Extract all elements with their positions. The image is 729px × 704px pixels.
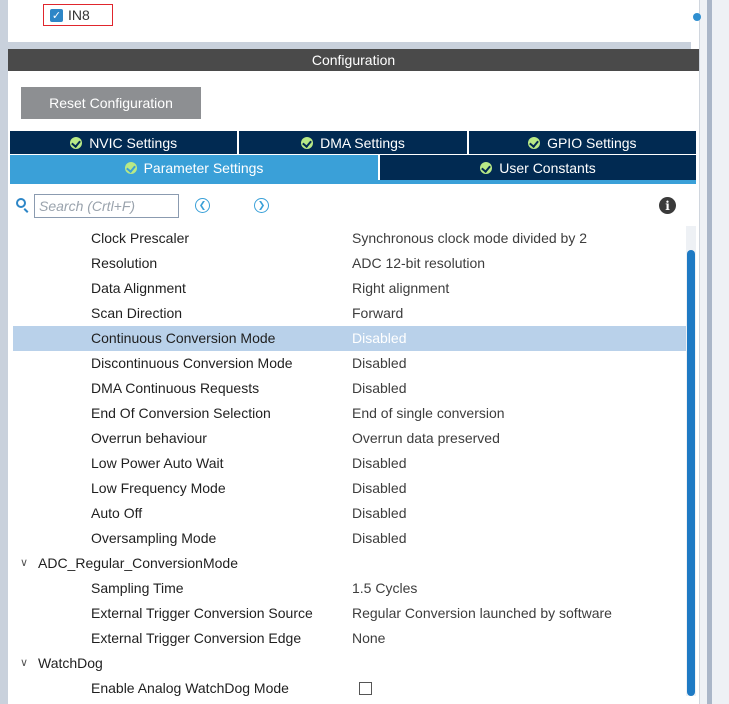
param-name: Oversampling Mode: [91, 530, 217, 546]
param-value[interactable]: Disabled: [352, 330, 406, 346]
tab-label: User Constants: [499, 159, 596, 176]
check-circle-icon: [528, 136, 541, 149]
gutter-marker-dot: [693, 13, 701, 21]
param-name: External Trigger Conversion Source: [91, 605, 313, 621]
param-name: Scan Direction: [91, 305, 183, 321]
param-name: Clock Prescaler: [91, 230, 190, 246]
check-circle-icon: [124, 161, 137, 174]
param-name: Low Power Auto Wait: [91, 455, 224, 471]
group-header-regular-conversion[interactable]: ∨ ADC_Regular_ConversionMode: [8, 551, 686, 576]
checkbox-checked-icon[interactable]: ✓: [50, 8, 63, 22]
search-input[interactable]: [34, 194, 179, 218]
param-row[interactable]: External Trigger Conversion Source Regul…: [8, 601, 686, 626]
param-value[interactable]: End of single conversion: [352, 405, 505, 421]
param-name: Low Frequency Mode: [91, 480, 226, 496]
right-gutter: [699, 0, 729, 704]
param-row[interactable]: Low Frequency Mode Disabled: [8, 476, 686, 501]
param-name: DMA Continuous Requests: [91, 380, 260, 396]
param-value[interactable]: Disabled: [352, 355, 406, 371]
param-row[interactable]: Auto Off Disabled: [8, 501, 686, 526]
param-name: External Trigger Conversion Edge: [91, 630, 302, 646]
param-name: Discontinuous Conversion Mode: [91, 355, 293, 371]
param-value[interactable]: Disabled: [352, 530, 406, 546]
param-row[interactable]: External Trigger Conversion Edge None: [8, 626, 686, 651]
reset-configuration-button[interactable]: Reset Configuration: [21, 87, 201, 119]
group-name: WatchDog: [38, 655, 103, 671]
channel-label: IN8: [68, 7, 90, 23]
param-row[interactable]: Discontinuous Conversion Mode Disabled: [8, 351, 686, 376]
check-circle-icon: [70, 136, 83, 149]
param-row[interactable]: Overrun behaviour Overrun data preserved: [8, 426, 686, 451]
tab-parameter-settings[interactable]: Parameter Settings: [10, 155, 380, 180]
param-row[interactable]: Enable Analog WatchDog Mode: [8, 676, 686, 701]
param-name: Sampling Time: [91, 580, 184, 596]
param-value[interactable]: Synchronous clock mode divided by 2: [352, 230, 587, 246]
param-value[interactable]: ADC 12-bit resolution: [352, 255, 485, 271]
channel-item-in8[interactable]: ✓ IN8: [43, 4, 113, 26]
enable-watchdog-checkbox[interactable]: [359, 682, 372, 695]
tab-label: NVIC Settings: [89, 134, 178, 151]
param-value[interactable]: 1.5 Cycles: [352, 580, 417, 596]
param-name: Overrun behaviour: [91, 430, 207, 446]
param-name: End Of Conversion Selection: [91, 405, 271, 421]
left-frame: [0, 0, 8, 704]
check-circle-icon: [480, 161, 493, 174]
chevron-right-icon[interactable]: ❯: [254, 198, 269, 213]
param-value[interactable]: Overrun data preserved: [352, 430, 500, 446]
tabs-row-secondary: Parameter Settings User Constants: [10, 155, 696, 180]
channel-list: ✓ IN8: [8, 0, 691, 42]
search-row: ❮ ❯ i: [8, 193, 691, 219]
param-value[interactable]: Disabled: [352, 480, 406, 496]
chevron-down-icon[interactable]: ∨: [20, 556, 28, 569]
param-row[interactable]: Sampling Time 1.5 Cycles: [8, 576, 686, 601]
param-row[interactable]: Resolution ADC 12-bit resolution: [8, 251, 686, 276]
tab-nvic-settings[interactable]: NVIC Settings: [10, 131, 240, 154]
param-row[interactable]: Data Alignment Right alignment: [8, 276, 686, 301]
param-row[interactable]: Scan Direction Forward: [8, 301, 686, 326]
tab-label: Parameter Settings: [143, 159, 264, 176]
chevron-down-icon[interactable]: ∨: [20, 656, 28, 669]
param-name: Data Alignment: [91, 280, 186, 296]
info-icon[interactable]: i: [659, 197, 676, 214]
param-row[interactable]: Low Power Auto Wait Disabled: [8, 451, 686, 476]
param-name: Resolution: [91, 255, 158, 271]
check-circle-icon: [301, 136, 314, 149]
tab-label: DMA Settings: [320, 134, 405, 151]
tab-user-constants[interactable]: User Constants: [380, 155, 696, 180]
param-name: Enable Analog WatchDog Mode: [91, 680, 289, 696]
param-value[interactable]: Disabled: [352, 505, 406, 521]
tab-label: GPIO Settings: [547, 134, 637, 151]
param-value[interactable]: Right alignment: [352, 280, 449, 296]
param-row[interactable]: DMA Continuous Requests Disabled: [8, 376, 686, 401]
param-value[interactable]: Regular Conversion launched by software: [352, 605, 612, 621]
param-row[interactable]: Oversampling Mode Disabled: [8, 526, 686, 551]
group-name: ADC_Regular_ConversionMode: [38, 555, 238, 571]
param-value[interactable]: Disabled: [352, 455, 406, 471]
group-header-watchdog[interactable]: ∨ WatchDog: [8, 651, 686, 676]
param-value[interactable]: Disabled: [352, 380, 406, 396]
chevron-left-icon[interactable]: ❮: [195, 198, 210, 213]
param-row-selected[interactable]: Continuous Conversion Mode Disabled: [13, 326, 686, 351]
tab-dma-settings[interactable]: DMA Settings: [239, 131, 469, 154]
tab-underline: [10, 180, 696, 184]
param-row[interactable]: End Of Conversion Selection End of singl…: [8, 401, 686, 426]
panel-separator[interactable]: [8, 42, 691, 49]
param-value[interactable]: Forward: [352, 305, 403, 321]
parameter-list: Clock Prescaler Synchronous clock mode d…: [8, 226, 686, 701]
reset-area: Reset Configuration: [8, 71, 699, 131]
search-icon: [16, 198, 26, 208]
gutter-scrollbar[interactable]: [707, 0, 712, 704]
tab-gpio-settings[interactable]: GPIO Settings: [469, 131, 696, 154]
param-row[interactable]: Clock Prescaler Synchronous clock mode d…: [8, 226, 686, 251]
configuration-header: Configuration: [8, 49, 699, 71]
param-name: Auto Off: [91, 505, 143, 521]
param-name: Continuous Conversion Mode: [91, 330, 276, 346]
scrollbar-thumb[interactable]: [687, 250, 695, 696]
tabs-row-primary: NVIC Settings DMA Settings GPIO Settings: [10, 131, 696, 154]
param-value[interactable]: None: [352, 630, 385, 646]
